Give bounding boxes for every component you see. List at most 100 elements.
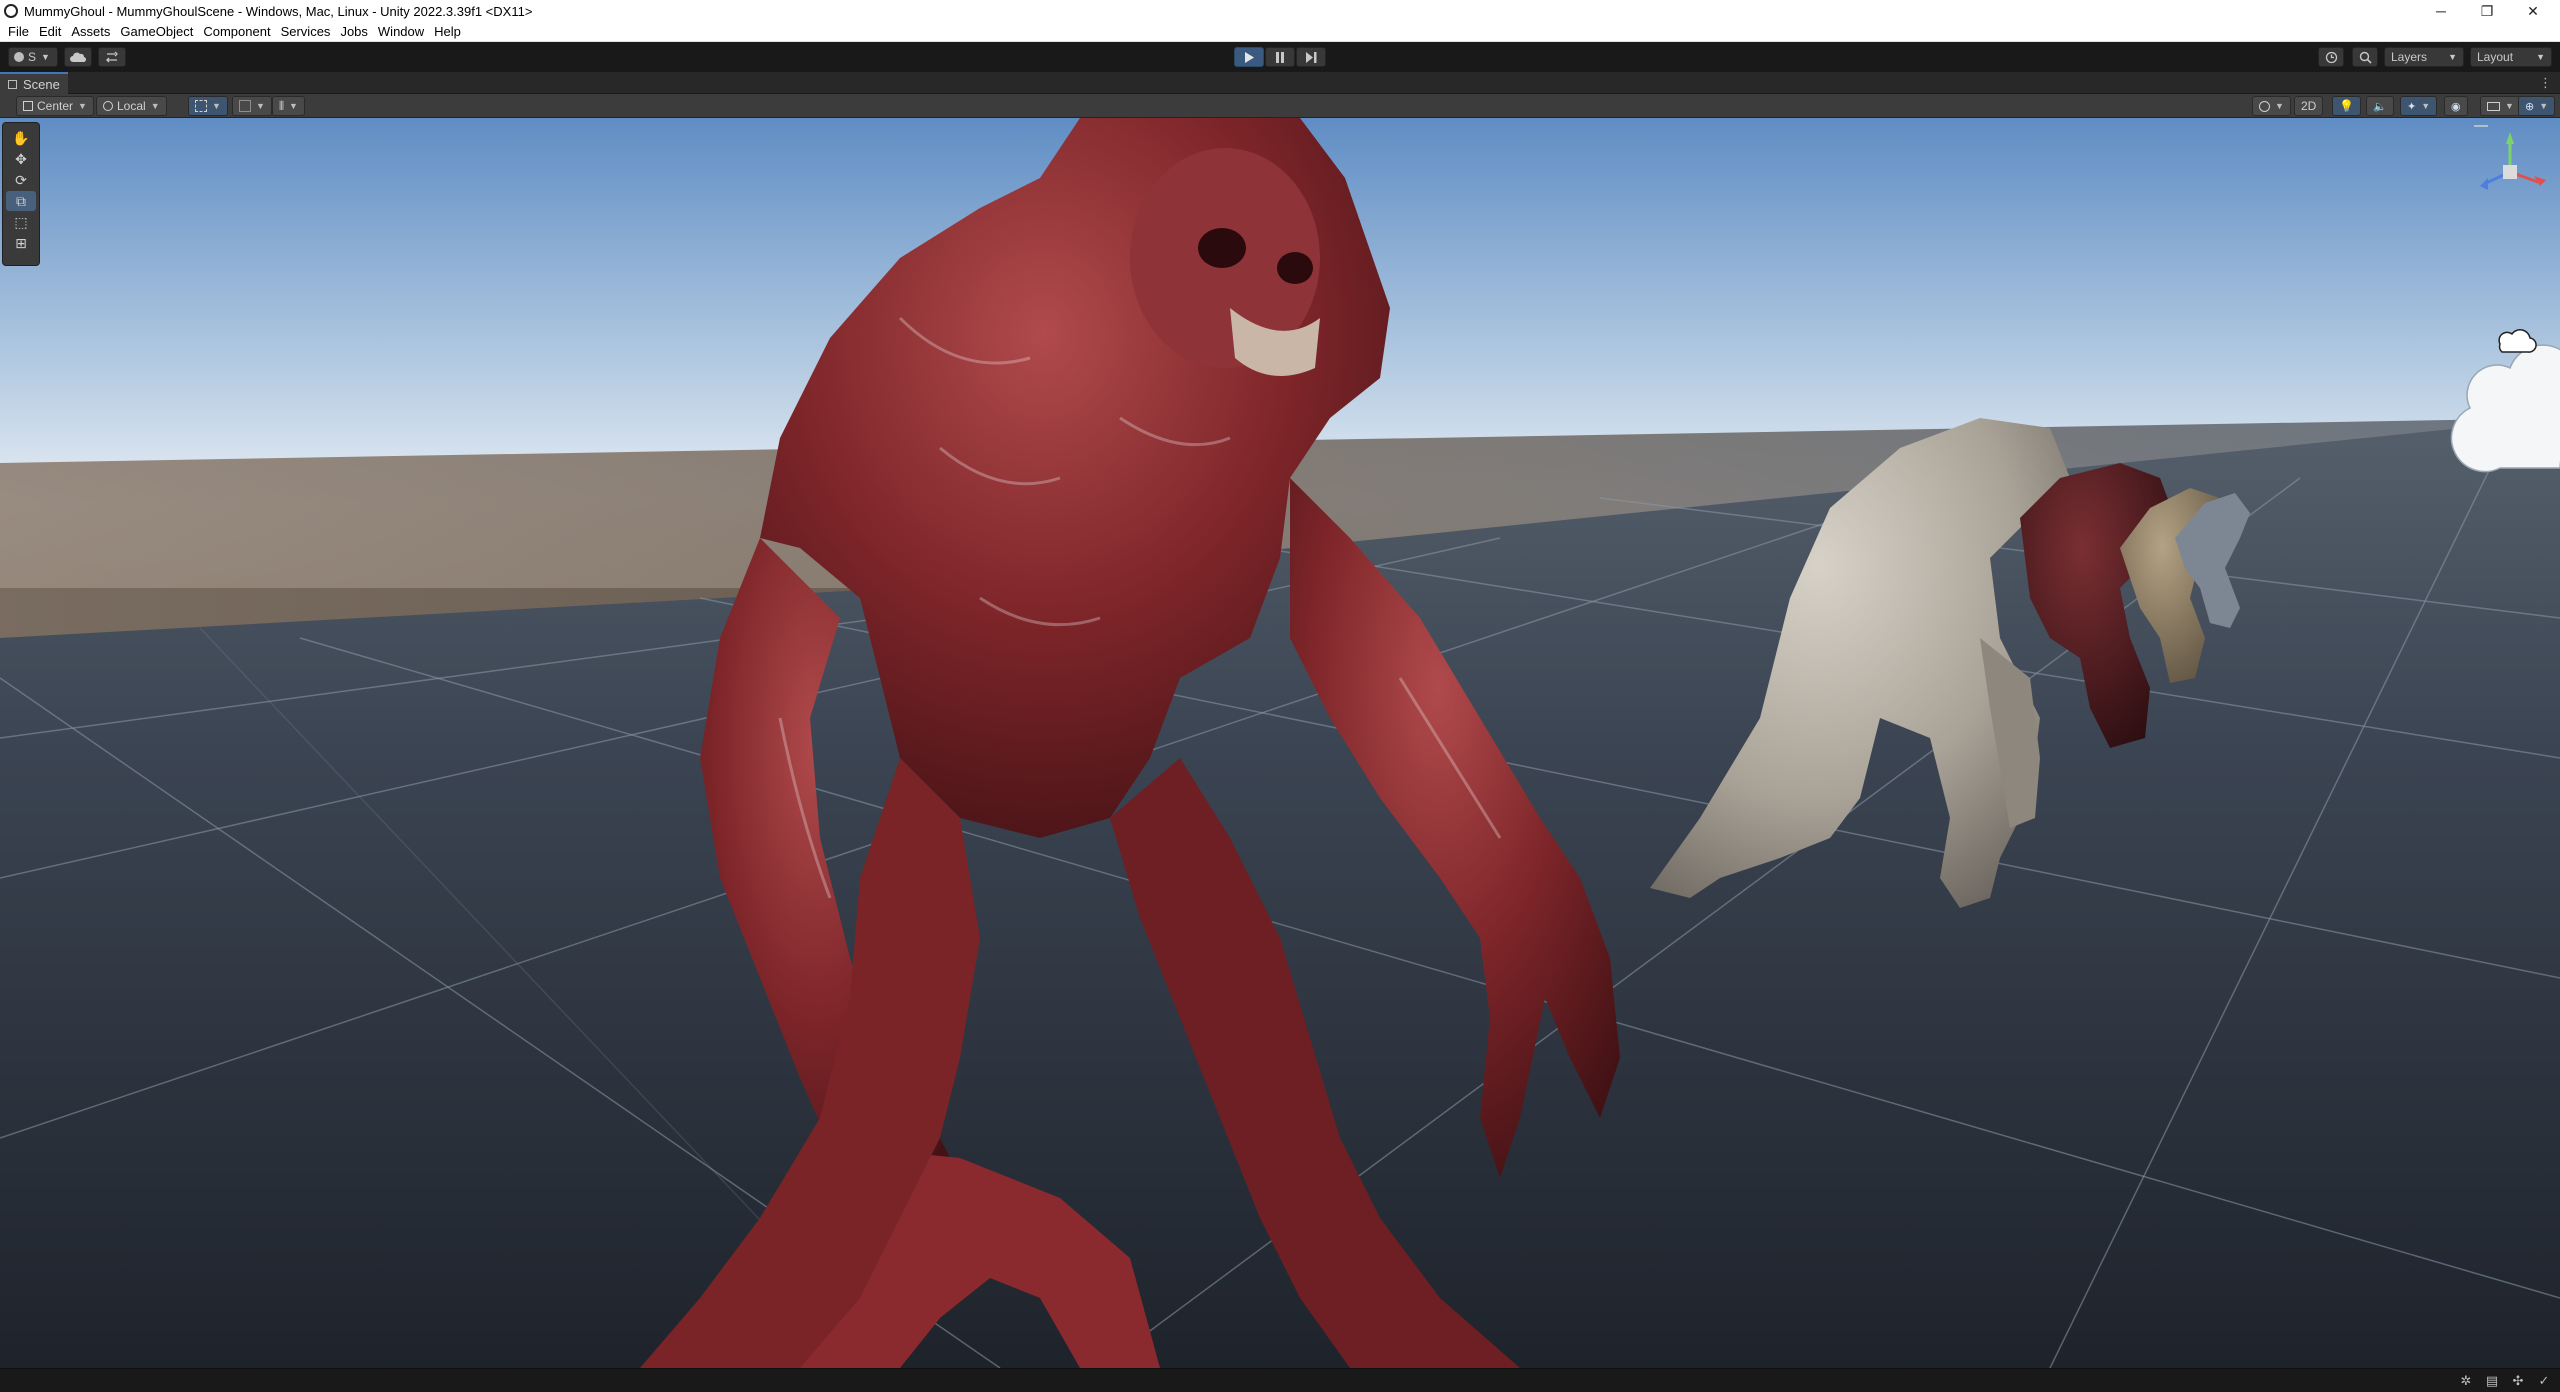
status-bar: ✲ ▤ ✣ ✓	[0, 1368, 2560, 1392]
chevron-down-icon: ▼	[2505, 101, 2514, 111]
pivot-rotation-label: Local	[117, 99, 146, 113]
menu-help[interactable]: Help	[429, 24, 466, 39]
play-button[interactable]	[1234, 47, 1264, 67]
undo-history-button[interactable]	[2318, 47, 2344, 67]
2d-label: 2D	[2301, 99, 2317, 113]
chevron-down-icon: ▼	[289, 101, 298, 111]
main-toolbar: S ▼ Layers ▼ Layout ▼	[0, 42, 2560, 72]
menu-file[interactable]: File	[3, 24, 34, 39]
pivot-rotation-dropdown[interactable]: Local ▼	[96, 96, 167, 116]
menu-jobs[interactable]: Jobs	[335, 24, 372, 39]
restore-button[interactable]: ❐	[2464, 0, 2510, 22]
increment-snapping-toggle[interactable]: ⫴ ▼	[272, 96, 305, 116]
menu-gameobject[interactable]: GameObject	[115, 24, 198, 39]
scene-viewport[interactable]: ✋ ✥ ⟳ ⧉ ⬚ ⊞	[0, 118, 2560, 1368]
chevron-down-icon: ▼	[2275, 101, 2284, 111]
camera-settings-dropdown[interactable]: ▼	[2480, 96, 2521, 116]
window-title: MummyGhoul - MummyGhoulScene - Windows, …	[24, 3, 533, 19]
step-button[interactable]	[1296, 47, 1326, 67]
menu-edit[interactable]: Edit	[34, 24, 66, 39]
progress-check-icon[interactable]: ✓	[2536, 1373, 2552, 1389]
tab-scene-label: Scene	[23, 76, 60, 92]
cloud-button[interactable]	[64, 47, 92, 67]
transform-tool-button[interactable]: ⊞	[6, 233, 36, 253]
camera-icon	[2487, 101, 2500, 111]
layout-label: Layout	[2477, 50, 2514, 64]
scene-view-toolbar: Center ▼ Local ▼ ▼ ▼ ⫴ ▼ ▼ 2D 💡 🔈 ✦ ▼ ◉ …	[0, 94, 2560, 118]
draw-mode-dropdown[interactable]: ▼	[2252, 96, 2291, 116]
collab-button[interactable]	[98, 47, 126, 67]
auto-generate-lighting-icon[interactable]: ✣	[2510, 1373, 2526, 1389]
scene-visibility-toggle[interactable]: ◉	[2444, 96, 2468, 116]
move-arrows-icon: ✥	[15, 150, 27, 167]
rect-icon: ⬚	[14, 213, 28, 230]
layers-label: Layers	[2391, 50, 2428, 64]
more-options-icon[interactable]: ⋮	[2539, 75, 2552, 91]
layers-dropdown[interactable]: Layers ▼	[2384, 47, 2464, 67]
scale-icon: ⧉	[16, 192, 26, 209]
menu-assets[interactable]: Assets	[66, 24, 115, 39]
search-button[interactable]	[2352, 47, 2378, 67]
effects-dropdown[interactable]: ✦ ▼	[2400, 96, 2438, 116]
effects-icon: ✦	[2407, 100, 2417, 113]
scene-tools-overlay: ✋ ✥ ⟳ ⧉ ⬚ ⊞	[2, 122, 40, 266]
move-tool-button[interactable]: ✥	[6, 149, 36, 169]
account-label: S	[28, 50, 37, 64]
rotate-icon: ⟳	[15, 171, 27, 188]
snap-increment-icon: ⫴	[279, 98, 285, 113]
grid-icon	[239, 100, 251, 112]
lighting-toggle[interactable]: 💡	[2332, 96, 2361, 116]
scene-icon	[8, 79, 17, 89]
chevron-down-icon: ▼	[256, 101, 265, 111]
chevron-down-icon: ▼	[41, 52, 50, 62]
gizmo-y-arrow	[2506, 132, 2514, 144]
chevron-down-icon: ▼	[2539, 101, 2549, 111]
pause-button[interactable]	[1265, 47, 1295, 67]
eye-slash-icon: ◉	[2451, 100, 2461, 113]
gizmos-dropdown[interactable]: ⊕ ▼	[2518, 96, 2556, 116]
orientation-gizmo[interactable]	[2470, 122, 2550, 232]
close-button[interactable]: ✕	[2510, 0, 2556, 22]
version-control-icon	[106, 51, 118, 63]
window-title-bar: MummyGhoul - MummyGhoulScene - Windows, …	[0, 0, 2560, 22]
grid-snap-icon	[195, 100, 207, 112]
scale-tool-button[interactable]: ⧉	[6, 191, 36, 211]
minimize-button[interactable]: ─	[2418, 0, 2464, 22]
chevron-down-icon: ▼	[2448, 52, 2457, 62]
chevron-down-icon: ▼	[2536, 52, 2545, 62]
menu-services[interactable]: Services	[276, 24, 336, 39]
cloud-icon	[70, 52, 86, 62]
pause-icon	[1276, 51, 1284, 63]
menu-window[interactable]: Window	[373, 24, 429, 39]
chevron-down-icon: ▼	[2421, 101, 2431, 111]
hand-icon: ✋	[12, 129, 30, 146]
search-icon	[2359, 51, 2372, 64]
gizmo-center-cube	[2503, 165, 2517, 179]
cache-server-icon[interactable]: ▤	[2484, 1373, 2500, 1389]
scene-render	[0, 118, 2560, 1368]
gizmo-z-arrow	[2480, 178, 2488, 190]
audio-toggle[interactable]: 🔈	[2366, 96, 2394, 116]
grid-visibility-toggle[interactable]: ▼	[232, 96, 272, 116]
unity-logo-icon	[4, 4, 18, 18]
hand-tool-button[interactable]: ✋	[6, 128, 36, 148]
rotate-tool-button[interactable]: ⟳	[6, 170, 36, 190]
play-icon	[1245, 51, 1254, 63]
pivot-position-label: Center	[37, 99, 74, 113]
local-space-icon	[103, 101, 113, 111]
rect-tool-button[interactable]: ⬚	[6, 212, 36, 232]
pivot-position-dropdown[interactable]: Center ▼	[16, 96, 94, 116]
menu-component[interactable]: Component	[198, 24, 275, 39]
chevron-down-icon: ▼	[212, 101, 221, 111]
account-dropdown[interactable]: S ▼	[8, 47, 58, 67]
pivot-icon	[23, 101, 33, 111]
2d-toggle[interactable]: 2D	[2294, 96, 2324, 116]
grid-snapping-toggle[interactable]: ▼	[188, 96, 228, 116]
scene-tab-strip: Scene ⋮	[0, 72, 2560, 94]
bug-icon[interactable]: ✲	[2458, 1373, 2474, 1389]
menu-bar: File Edit Assets GameObject Component Se…	[0, 22, 2560, 42]
shaded-sphere-icon	[2259, 100, 2270, 112]
speaker-icon: 🔈	[2373, 100, 2387, 113]
layout-dropdown[interactable]: Layout ▼	[2470, 47, 2552, 67]
tab-scene[interactable]: Scene	[0, 72, 68, 94]
